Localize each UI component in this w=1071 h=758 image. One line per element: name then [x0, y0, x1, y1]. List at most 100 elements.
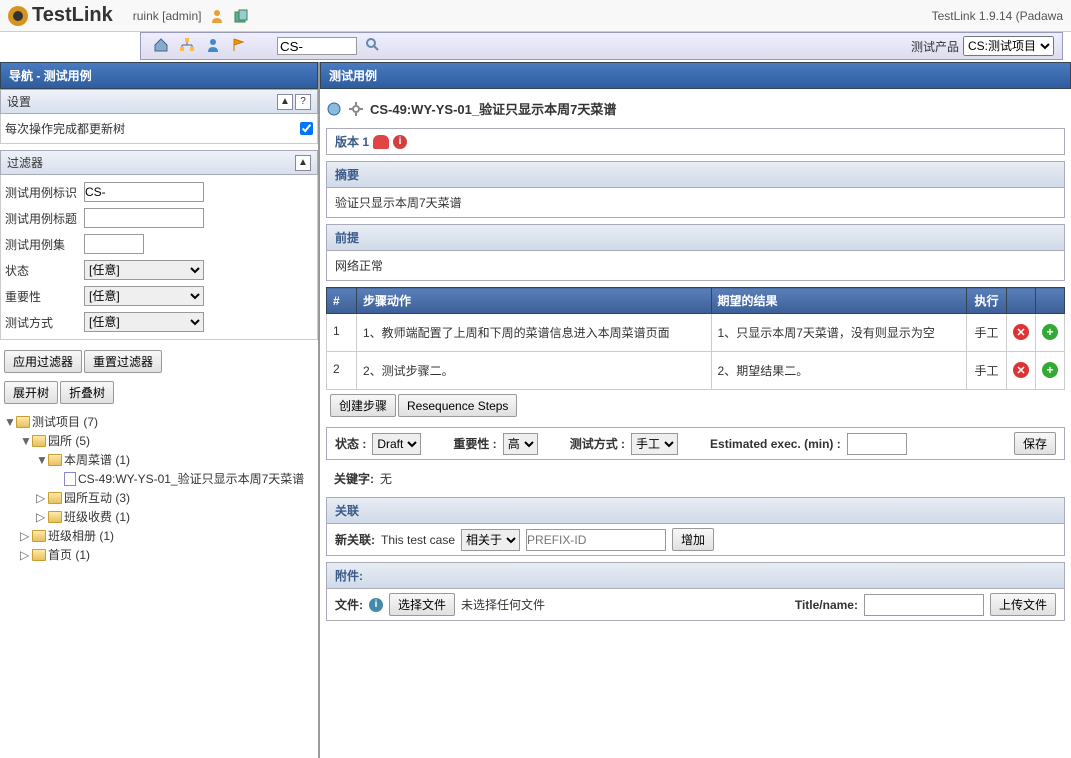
left-panel: 导航 - 测试用例 设置 ▲ ? 每次操作完成都更新树 过滤器 ▲ 测试用例标识 [0, 62, 320, 758]
ghost-icon[interactable] [373, 135, 389, 149]
create-step-button[interactable]: 创建步骤 [330, 394, 396, 417]
tree-icon[interactable] [179, 37, 197, 55]
step-num: 1 [327, 314, 357, 352]
status-label: 状态 : [335, 435, 366, 452]
product-label: 测试产品 [911, 38, 959, 55]
step-expected[interactable]: 1、只显示本周7天菜谱，没有则显示为空 [711, 314, 966, 352]
app-logo[interactable]: TestLink [8, 4, 113, 27]
no-file-text: 未选择任何文件 [461, 596, 545, 613]
tree-node[interactable]: 园所互动 (3) [64, 489, 130, 506]
add-relation-button[interactable]: 增加 [672, 528, 714, 551]
tree-node[interactable]: 班级相册 (1) [48, 527, 114, 544]
filter-importance-select[interactable]: [任意] [84, 286, 204, 306]
tree-toggle-icon[interactable]: ▷ [20, 548, 30, 562]
user-name: ruink [admin] [133, 9, 202, 23]
file-info-icon[interactable]: i [369, 598, 383, 612]
filter-tc-id-label: 测试用例标识 [5, 184, 80, 201]
step-row[interactable]: 2 2、测试步骤二。 2、期望结果二。 手工 ✕ + [327, 352, 1065, 390]
expand-tree-button[interactable]: 展开树 [4, 381, 58, 404]
relation-id-input[interactable] [526, 529, 666, 551]
tree-node[interactable]: 首页 (1) [48, 546, 90, 563]
filter-tc-id-input[interactable] [84, 182, 204, 202]
filter-header[interactable]: 过滤器 ▲ [0, 150, 318, 175]
keyword-label: 关键字: [334, 470, 374, 487]
attachment-header: 附件: [327, 563, 1064, 589]
step-num: 2 [327, 352, 357, 390]
filter-status-select[interactable]: [任意] [84, 260, 204, 280]
keyword-value: 无 [380, 470, 392, 487]
tree-toggle-icon[interactable]: ▷ [36, 510, 46, 524]
status-select[interactable]: Draft [372, 433, 421, 455]
filter-title-input[interactable] [84, 208, 204, 228]
resequence-button[interactable]: Resequence Steps [398, 394, 517, 417]
tree-toggle-icon[interactable]: ▼ [36, 453, 46, 467]
settings-help-icon[interactable]: ? [295, 94, 311, 110]
version-label: TestLink 1.9.14 (Padawa [932, 9, 1063, 23]
tree-toggle-icon[interactable]: ▼ [4, 415, 14, 429]
tree-node[interactable]: 班级收费 (1) [64, 508, 130, 525]
step-action[interactable]: 1、教师端配置了上周和下周的菜谱信息进入本周菜谱页面 [357, 314, 712, 352]
reset-filter-button[interactable]: 重置过滤器 [84, 350, 162, 373]
tree-node[interactable]: 本周菜谱 (1) [64, 451, 130, 468]
toolbar-search-input[interactable] [277, 37, 357, 55]
add-step-icon[interactable]: + [1042, 324, 1058, 340]
update-tree-checkbox[interactable] [300, 122, 313, 135]
user-icon[interactable] [209, 8, 225, 24]
flag-icon[interactable] [231, 37, 249, 55]
product-select[interactable]: CS:测试项目 [963, 36, 1054, 56]
relation-type-select[interactable]: 相关于 [461, 529, 520, 551]
tree-toggle-icon[interactable]: ▼ [20, 434, 30, 448]
add-step-icon[interactable]: + [1042, 362, 1058, 378]
importance-select[interactable]: 高 [503, 433, 538, 455]
estimated-input[interactable] [847, 433, 907, 455]
settings-title-label: 设置 [7, 93, 31, 110]
folder-closed-icon [32, 530, 46, 542]
testlink-logo-icon [8, 6, 28, 26]
info-icon[interactable]: i [393, 135, 407, 149]
settings-collapse-icon[interactable]: ▲ [277, 94, 293, 110]
tree-node[interactable]: 园所 (5) [48, 432, 90, 449]
step-expected[interactable]: 2、期望结果二。 [711, 352, 966, 390]
delete-step-icon[interactable]: ✕ [1013, 362, 1029, 378]
folder-open-icon [16, 416, 30, 428]
title-name-input[interactable] [864, 594, 984, 616]
upload-file-button[interactable]: 上传文件 [990, 593, 1056, 616]
precondition-header: 前提 [327, 225, 1064, 251]
choose-file-button[interactable]: 选择文件 [389, 593, 455, 616]
step-action[interactable]: 2、测试步骤二。 [357, 352, 712, 390]
tree-testcase[interactable]: CS-49:WY-YS-01_验证只显示本周7天菜谱 [78, 470, 304, 487]
settings-header[interactable]: 设置 ▲ ? [0, 89, 318, 114]
apply-filter-button[interactable]: 应用过滤器 [4, 350, 82, 373]
filter-title-label: 测试用例标题 [5, 210, 80, 227]
collapse-tree-button[interactable]: 折叠树 [60, 381, 114, 404]
new-relation-label: 新关联: [335, 531, 375, 548]
main-toolbar: 测试产品 CS:测试项目 [140, 32, 1063, 60]
filter-collapse-icon[interactable]: ▲ [295, 155, 311, 171]
exec-type-label: 测试方式 : [570, 435, 625, 452]
tree-toggle-icon[interactable]: ▷ [20, 529, 30, 543]
gear-icon[interactable] [348, 101, 364, 117]
logout-icon[interactable] [233, 8, 249, 24]
search-icon[interactable] [365, 37, 383, 55]
save-button[interactable]: 保存 [1014, 432, 1056, 455]
exec-type-select[interactable]: 手工 [631, 433, 678, 455]
top-bar: TestLink ruink [admin] TestLink 1.9.14 (… [0, 0, 1071, 32]
tree-root[interactable]: 测试项目 (7) [32, 413, 98, 430]
filter-set-input[interactable] [84, 234, 144, 254]
testcase-title: CS-49:WY-YS-01_验证只显示本周7天菜谱 [370, 99, 616, 118]
tree-toggle-icon[interactable]: ▷ [36, 491, 46, 505]
filter-set-label: 测试用例集 [5, 236, 80, 253]
version-label: 版本 1 [335, 133, 369, 150]
steps-col-delete [1007, 288, 1036, 314]
filter-exec-select[interactable]: [任意] [84, 312, 204, 332]
step-exec: 手工 [967, 352, 1007, 390]
relation-header: 关联 [327, 498, 1064, 524]
home-icon[interactable] [153, 37, 171, 55]
globe-icon[interactable] [326, 101, 342, 117]
update-tree-label: 每次操作完成都更新树 [5, 120, 300, 137]
precondition-body: 网络正常 [327, 251, 1064, 280]
delete-step-icon[interactable]: ✕ [1013, 324, 1029, 340]
person-icon[interactable] [205, 37, 223, 55]
step-row[interactable]: 1 1、教师端配置了上周和下周的菜谱信息进入本周菜谱页面 1、只显示本周7天菜谱… [327, 314, 1065, 352]
summary-body: 验证只显示本周7天菜谱 [327, 188, 1064, 217]
